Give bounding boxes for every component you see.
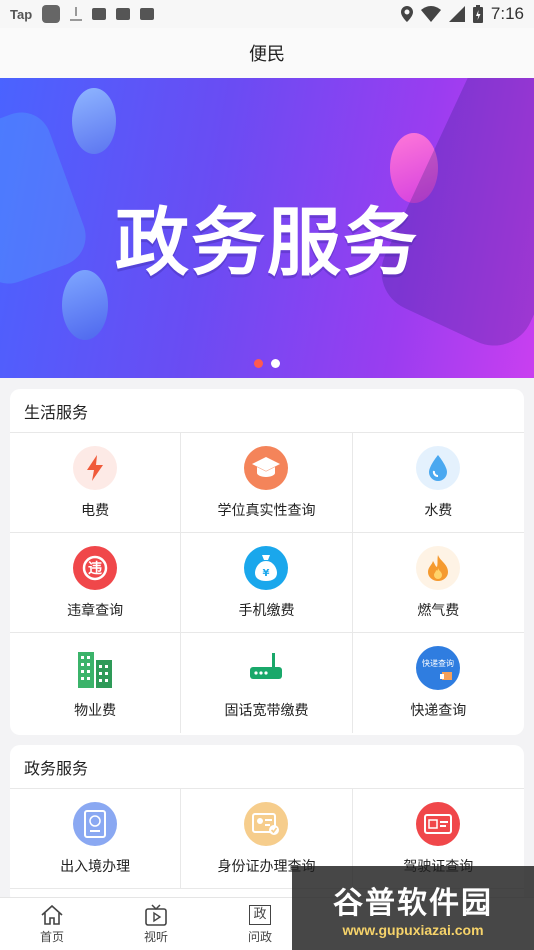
app-header: 便民 (0, 28, 534, 78)
wifi-icon (420, 6, 441, 22)
gov-icon: 政 (249, 904, 271, 926)
section-title: 生活服务 (10, 389, 524, 433)
service-label: 水费 (424, 502, 453, 519)
nav-label: 视听 (143, 929, 168, 944)
graduation-cap-icon (244, 445, 289, 490)
water-drop-icon (416, 445, 461, 490)
life-services-card: 生活服务 电费 学位真实性查询 水费 违 违章查询 ¥ 手机缴费 燃气费 物业费… (10, 389, 524, 735)
service-label: 固话宽带缴费 (224, 703, 309, 719)
flame-icon (416, 545, 461, 590)
id-card-icon (244, 801, 289, 846)
service-property-fee[interactable]: 物业费 (10, 633, 182, 733)
signal-icon (448, 6, 465, 22)
service-gas[interactable]: 燃气费 (352, 533, 524, 633)
clock-time: 7:16 (490, 4, 524, 23)
money-bag-icon: ¥ (244, 545, 289, 590)
watermark-title: 谷普软件园 (333, 886, 493, 921)
mail-icon (116, 8, 131, 20)
page-title: 便民 (249, 44, 285, 65)
driver-license-icon (416, 801, 461, 846)
service-exit-entry[interactable]: 出入境办理 (10, 789, 182, 889)
location-icon (400, 6, 413, 22)
nav-home[interactable]: 首页 (0, 898, 104, 950)
router-icon (244, 646, 288, 690)
service-label: 快递查询 (410, 703, 467, 719)
home-icon (40, 904, 64, 926)
delivery-badge-text: 快递查询 (422, 658, 454, 668)
nav-label: 问政 (247, 929, 272, 944)
service-label: 出入境办理 (60, 858, 131, 875)
service-degree-verify[interactable]: 学位真实性查询 (181, 433, 353, 533)
font-app-icon (140, 8, 155, 20)
app-square-icon (42, 5, 61, 23)
watermark-url: www.gupuxiazai.com (342, 922, 484, 938)
service-phone-payment[interactable]: ¥ 手机缴费 (181, 533, 353, 633)
lightning-icon (73, 445, 118, 490)
banner-carousel[interactable]: 政务服务 (0, 78, 534, 378)
mail-icon (92, 8, 107, 20)
delivery-icon: 快递查询 (416, 646, 461, 690)
service-electricity[interactable]: 电费 (10, 433, 182, 533)
service-express-tracking[interactable]: 快递查询 快递查询 (353, 633, 524, 733)
service-label: 手机缴费 (238, 602, 295, 619)
section-title: 政务服务 (10, 745, 524, 789)
passport-icon (73, 801, 118, 846)
service-water[interactable]: 水费 (352, 433, 524, 533)
violation-icon: 违 (73, 545, 118, 590)
banner-decor-blob (72, 88, 116, 154)
service-traffic-violation[interactable]: 违 违章查询 (10, 533, 182, 633)
status-bar: Tap 7:16 (0, 0, 534, 28)
nav-label: 首页 (39, 929, 64, 944)
service-label: 物业费 (74, 703, 117, 719)
carousel-dot[interactable] (271, 359, 280, 368)
service-broadband-payment[interactable]: 固话宽带缴费 (181, 633, 353, 733)
service-label: 学位真实性查询 (217, 502, 316, 519)
service-label: 违章查询 (67, 602, 124, 619)
svg-text:违: 违 (88, 560, 102, 577)
svg-text:¥: ¥ (263, 568, 270, 579)
carousel-indicator (0, 359, 534, 368)
service-label: 燃气费 (417, 602, 460, 619)
battery-icon (472, 5, 483, 23)
service-label: 电费 (81, 502, 110, 519)
carousel-dot-active[interactable] (254, 359, 263, 368)
banner-title: 政务服务 (115, 200, 419, 286)
tap-app-label: Tap (10, 6, 33, 22)
nav-video[interactable]: 视听 (104, 898, 208, 950)
download-icon (70, 7, 83, 21)
building-icon (73, 646, 117, 690)
tv-icon (144, 903, 168, 926)
watermark: 谷普软件园 www.gupuxiazai.com (292, 866, 534, 950)
